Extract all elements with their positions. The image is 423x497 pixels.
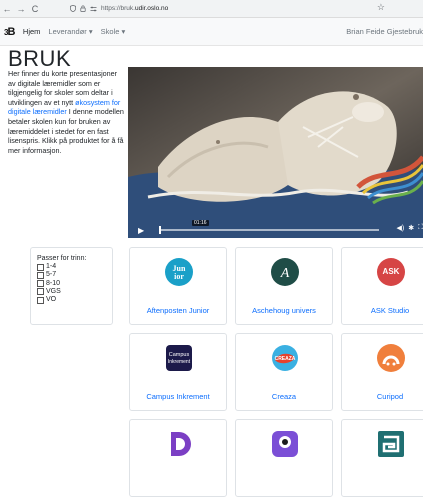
fullscreen-icon[interactable]: ⛶ <box>418 224 423 232</box>
product-name: Aftenposten Junior <box>146 306 210 315</box>
product-card-8[interactable] <box>235 419 333 497</box>
user-menu[interactable]: Brian Feide Gjestebruk <box>346 27 423 36</box>
product-name: Aschehoug univers <box>252 306 316 315</box>
progress-handle[interactable] <box>159 226 161 234</box>
product-name: ASK Studio <box>370 306 410 315</box>
nav-item-school[interactable]: Skole ▾ <box>101 27 126 36</box>
svg-text:A: A <box>280 266 290 281</box>
shield-icon <box>70 5 76 12</box>
connection-settings-icon <box>90 6 97 11</box>
lock-icon <box>80 5 86 12</box>
bookmark-star-icon[interactable]: ☆ <box>377 2 385 13</box>
svg-text:ASK: ASK <box>383 267 400 276</box>
video-frame-illustration <box>128 67 423 238</box>
url-text: https://bruk.udir.oslo.no <box>101 5 169 12</box>
address-bar[interactable]: https://bruk.udir.oslo.no <box>70 5 168 12</box>
back-button[interactable]: ← <box>0 4 14 14</box>
nav-item-home[interactable]: Hjem <box>23 27 41 36</box>
campus-inkrement-logo: CampusInkrement <box>166 345 192 371</box>
checkbox[interactable] <box>37 296 44 304</box>
site-navbar: 3B Hjem Leverandør ▾ Skole ▾ Brian Feide… <box>0 18 423 46</box>
aschehoug-univers-logo: A <box>271 258 299 286</box>
browser-toolbar: ← → C https://bruk.udir.oslo.no ☆ <box>0 0 423 18</box>
intro-video[interactable] <box>128 67 423 238</box>
product-card-9[interactable] <box>341 419 423 497</box>
checkbox[interactable] <box>37 263 44 271</box>
filter-option-8-10[interactable]: 8-10 <box>37 280 112 288</box>
filter-option-5-7[interactable]: 5-7 <box>37 271 112 279</box>
curipod-logo <box>377 344 405 372</box>
product-logo <box>171 432 191 456</box>
product-card-aschehoug-univers[interactable]: A Aschehoug univers <box>235 247 333 325</box>
svg-text:Inkrement: Inkrement <box>168 359 191 365</box>
product-logo <box>272 431 298 457</box>
svg-text:ior: ior <box>174 272 184 281</box>
product-name: Campus Inkrement <box>146 392 210 401</box>
svg-text:CREAZA: CREAZA <box>275 356 296 362</box>
product-card-ask-studio[interactable]: ASK ASK Studio <box>341 247 423 325</box>
grade-filter-panel: Passer for trinn: 1-4 5-7 8-10 VGS VO <box>30 247 113 325</box>
video-timestamp: 01:16 <box>192 220 209 226</box>
product-name: Curipod <box>376 392 404 401</box>
product-card-campus-inkrement[interactable]: Campus Inkrement Campus Inkrement <box>129 333 227 411</box>
reload-button[interactable]: C <box>28 4 42 14</box>
forward-button[interactable]: → <box>14 4 28 14</box>
intro-text: Her finner du korte presentasjoner av di… <box>8 69 124 155</box>
ask-studio-logo: ASK <box>377 258 405 286</box>
product-card-curipod[interactable]: Curipod <box>341 333 423 411</box>
checkbox[interactable] <box>37 280 44 288</box>
svg-text:Campus: Campus <box>169 352 190 358</box>
aftenposten-junior-logo: Junior <box>165 258 193 286</box>
filter-option-1-4[interactable]: 1-4 <box>37 263 112 271</box>
product-name: Creaza <box>271 392 297 401</box>
nav-item-supplier[interactable]: Leverandør ▾ <box>48 27 92 36</box>
product-card-creaza[interactable]: CREAZA Creaza <box>235 333 333 411</box>
site-logo[interactable]: 3B <box>4 26 15 38</box>
video-controls: ▶ 01:16 ◀) ✱ ⛶ <box>128 220 423 238</box>
product-logo <box>378 431 404 457</box>
filter-option-vo[interactable]: VO <box>37 296 112 304</box>
product-card-7[interactable] <box>129 419 227 497</box>
filter-option-vgs[interactable]: VGS <box>37 288 112 296</box>
settings-gear-icon[interactable]: ✱ <box>408 224 414 232</box>
checkbox[interactable] <box>37 272 44 279</box>
video-progress-bar[interactable]: 01:16 <box>159 220 379 234</box>
creaza-logo: CREAZA <box>272 345 298 371</box>
volume-icon[interactable]: ◀) <box>397 224 405 232</box>
product-card-aftenposten-junior[interactable]: Jun ior Aftenposten Junior <box>129 247 227 325</box>
checkbox[interactable] <box>37 288 44 296</box>
play-icon[interactable]: ▶ <box>138 226 144 235</box>
filter-title: Passer for trinn: <box>37 255 87 262</box>
